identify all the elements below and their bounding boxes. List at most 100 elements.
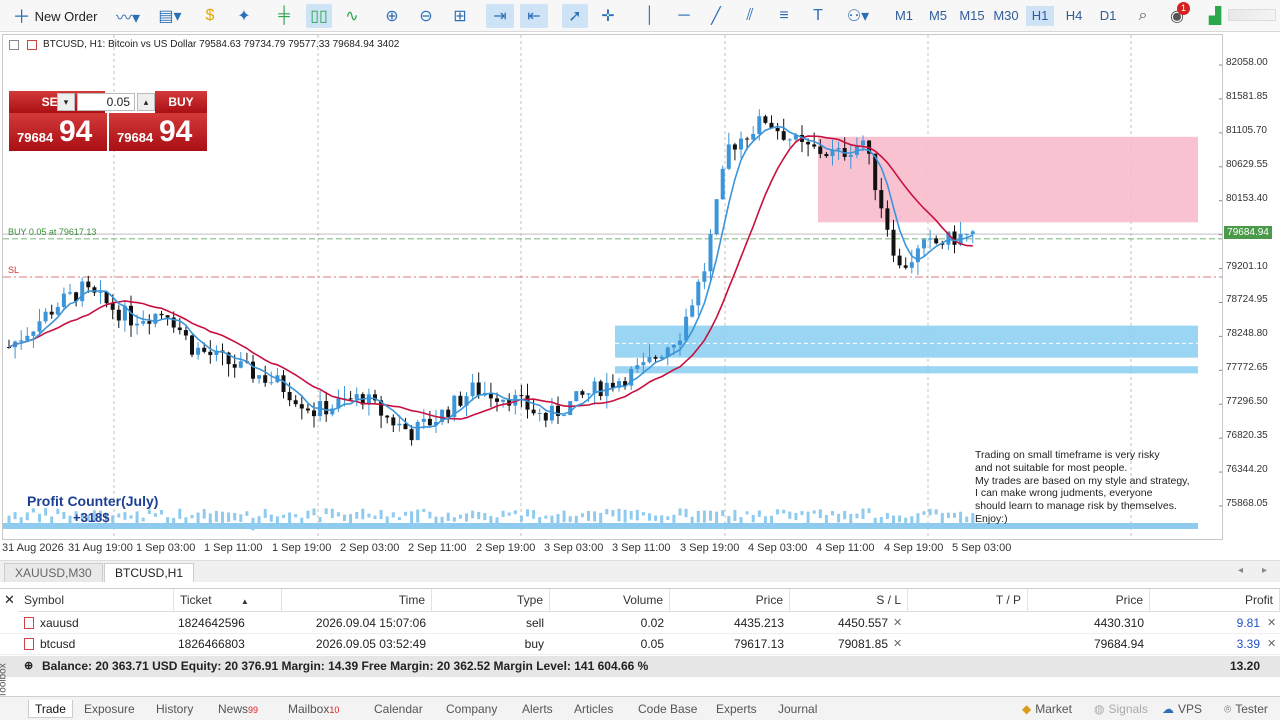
zoom-in-icon[interactable]: ⊕	[380, 4, 404, 28]
signals-icon[interactable]: ✦	[232, 4, 256, 28]
cursor-icon[interactable]: ➚	[562, 4, 588, 28]
col-symbol[interactable]: Symbol	[18, 589, 174, 612]
lot-increase-button[interactable]: ▴	[137, 93, 155, 111]
bottom-tab-trade[interactable]: Trade	[28, 700, 73, 718]
toolbox-label[interactable]: Toolbox	[0, 663, 9, 697]
bottom-tab-history[interactable]: History	[156, 700, 193, 718]
tf-m1[interactable]: M1	[890, 6, 918, 26]
candle-body	[970, 231, 975, 234]
chart-header: BTCUSD, H1: Bitcoin vs US Dollar 79584.6…	[43, 39, 400, 50]
col-current-price[interactable]: Price	[1028, 589, 1150, 612]
remove-sl-icon[interactable]: ✕	[893, 616, 902, 629]
candle-body	[159, 313, 164, 316]
bottom-tab-calendar[interactable]: Calendar	[374, 700, 423, 718]
channel-icon[interactable]: ⫽	[738, 4, 762, 28]
chart-window[interactable]: 82058.0081581.8581105.7080629.5580153.40…	[2, 34, 1223, 540]
bottom-tab-code-base[interactable]: Code Base	[638, 700, 697, 718]
tab-label: Mailbox	[288, 702, 330, 716]
col-profit[interactable]: Profit	[1150, 589, 1280, 612]
tab-scroll-left-icon[interactable]: ◂	[1238, 565, 1243, 576]
col-tp[interactable]: T / P	[908, 589, 1028, 612]
buy-price-box[interactable]: 79684 94	[109, 113, 207, 151]
tab-label: News	[218, 702, 249, 716]
bottom-tab-company[interactable]: Company	[446, 700, 497, 718]
volume-bar	[458, 514, 462, 519]
tab-label: History	[156, 702, 194, 716]
col-ticket[interactable]: Ticket ▲	[174, 589, 282, 612]
bottom-tab-articles[interactable]: Articles	[574, 700, 613, 718]
col-time[interactable]: Time	[282, 589, 432, 612]
col-type[interactable]: Type	[432, 589, 550, 612]
sell-price-box[interactable]: 79684 94	[9, 113, 107, 151]
col-price[interactable]: Price	[670, 589, 790, 612]
tf-m15[interactable]: M15	[956, 6, 988, 26]
tf-m5[interactable]: M5	[924, 6, 952, 26]
candlestick-icon[interactable]: ▯▯	[306, 4, 332, 28]
trendline-icon[interactable]: ╱	[704, 4, 728, 28]
volume-bar	[324, 508, 328, 515]
candle-body	[348, 398, 353, 400]
status-tester[interactable]: ⌾ Tester	[1224, 700, 1268, 718]
chart-tab-xauusd[interactable]: XAUUSD,M30	[4, 563, 103, 582]
bottom-tab-exposure[interactable]: Exposure	[84, 700, 135, 718]
bar-chart-icon[interactable]: ╪	[272, 4, 296, 28]
chart-template-icon[interactable]: ▤▾	[150, 4, 190, 28]
candle-body	[190, 335, 194, 355]
lot-decrease-button[interactable]: ▾	[57, 93, 75, 111]
candle-body	[19, 340, 24, 342]
algo-trading-icon[interactable]: $	[200, 4, 220, 28]
time-axis-label: 4 Sep 11:00	[816, 542, 875, 554]
tab-scroll-right-icon[interactable]: ▸	[1262, 565, 1267, 576]
table-row[interactable]: btcusd 1826466803 2026.09.05 03:52:49 bu…	[0, 634, 1280, 655]
tf-h4[interactable]: H4	[1060, 6, 1088, 26]
tf-d1[interactable]: D1	[1094, 6, 1122, 26]
close-position-icon[interactable]: ✕	[1267, 637, 1276, 650]
new-order-button[interactable]: ＋ New Order	[8, 4, 102, 28]
col-sl[interactable]: S / L	[790, 589, 908, 612]
volume-bar	[471, 510, 475, 519]
auto-scroll-icon[interactable]: ⇥	[486, 4, 514, 28]
grid-icon[interactable]: ⊞	[448, 4, 472, 28]
crosshair-icon[interactable]: ✛	[596, 4, 620, 28]
status-signals[interactable]: ◍ Signals	[1094, 700, 1148, 718]
buy-button[interactable]: BUY	[155, 91, 207, 113]
candle-body	[202, 347, 207, 352]
chart-tab-btcusd[interactable]: BTCUSD,H1	[104, 563, 195, 582]
line-chart-icon[interactable]: ∿	[340, 4, 364, 28]
bottom-tab-journal[interactable]: Journal	[778, 700, 817, 718]
shapes-icon[interactable]: ⚇▾	[838, 4, 878, 28]
status-vps[interactable]: ☁ VPS	[1162, 700, 1202, 718]
col-volume[interactable]: Volume	[550, 589, 670, 612]
time-axis: 31 Aug 2026 31 Aug 19:00 1 Sep 03:00 1 Sep …	[2, 540, 1223, 558]
bottom-tab-news[interactable]: News99	[218, 700, 258, 718]
candle-body	[824, 153, 829, 157]
price-axis-label: 76344.20	[1226, 464, 1268, 476]
volume-bar	[361, 508, 365, 520]
zoom-out-icon[interactable]: ⊖	[414, 4, 438, 28]
lot-input[interactable]: 0.05	[77, 93, 135, 111]
candle-body	[732, 144, 737, 150]
chart-shift-icon[interactable]: ⇤	[520, 4, 548, 28]
search-icon[interactable]: ⌕	[1132, 4, 1154, 28]
vertical-line-icon[interactable]: │	[638, 4, 662, 28]
cell-tp	[908, 634, 1028, 655]
bottom-tab-mailbox[interactable]: Mailbox10	[288, 700, 339, 718]
notifications-icon[interactable]: ◉ 1	[1164, 2, 1190, 28]
bottom-tab-experts[interactable]: Experts	[716, 700, 757, 718]
status-market[interactable]: ◆ Market	[1022, 700, 1072, 718]
chart-type-icon[interactable]: 〰▾	[110, 4, 146, 28]
table-row[interactable]: xauusd 1824642596 2026.09.04 15:07:06 se…	[0, 613, 1280, 634]
tf-h1[interactable]: H1	[1026, 6, 1054, 26]
remove-sl-icon[interactable]: ✕	[893, 637, 902, 650]
close-terminal-icon[interactable]: ✕	[4, 592, 15, 608]
close-position-icon[interactable]: ✕	[1267, 616, 1276, 629]
candle-body	[922, 239, 926, 249]
horizontal-line-icon[interactable]: ─	[672, 4, 696, 28]
candle-body	[165, 315, 170, 318]
expand-icon[interactable]: ⊕	[24, 659, 33, 672]
text-icon[interactable]: T	[806, 4, 830, 28]
bottom-tab-alerts[interactable]: Alerts	[522, 700, 553, 718]
tf-m30[interactable]: M30	[990, 6, 1022, 26]
candle-body	[183, 330, 188, 336]
fibonacci-icon[interactable]: ≡	[772, 4, 796, 28]
